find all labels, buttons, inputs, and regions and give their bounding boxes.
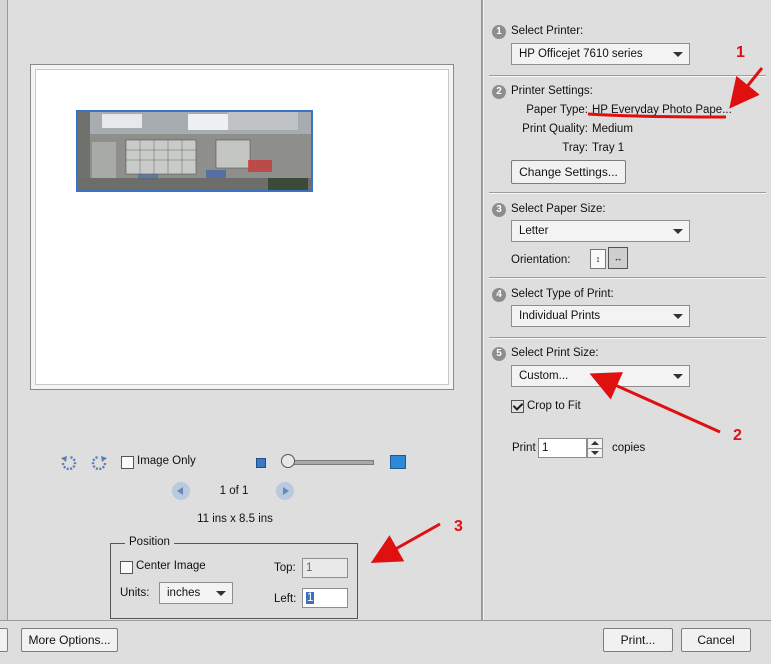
annotation-marker-1: 1 (736, 44, 745, 61)
arrow-1 (729, 67, 764, 109)
annotation-marker-2: 2 (733, 427, 742, 444)
paper-type-underline (587, 112, 727, 119)
annotation-overlay (370, 67, 764, 563)
arrow-2 (589, 372, 721, 434)
arrow-3 (370, 522, 441, 563)
annotation-marker-3: 3 (454, 518, 463, 535)
